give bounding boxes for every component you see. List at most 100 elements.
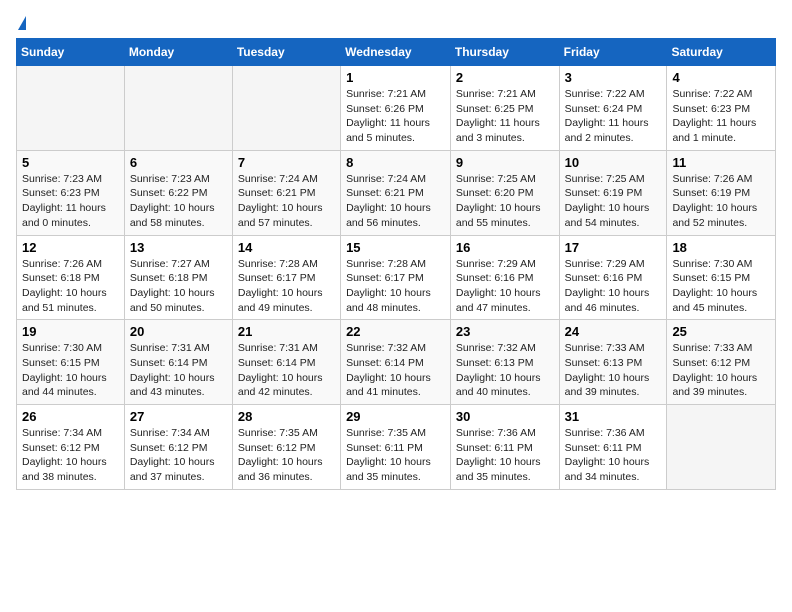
calendar-cell: 1 Sunrise: 7:21 AM Sunset: 6:26 PM Daylig… — [341, 66, 451, 151]
day-info: Sunrise: 7:28 AM Sunset: 6:17 PM Dayligh… — [238, 257, 335, 316]
weekday-header-row: SundayMondayTuesdayWednesdayThursdayFrid… — [17, 39, 776, 66]
day-number: 25 — [672, 324, 770, 339]
calendar-week-row: 1 Sunrise: 7:21 AM Sunset: 6:26 PM Daylig… — [17, 66, 776, 151]
calendar-cell: 28 Sunrise: 7:35 AM Sunset: 6:12 PM Dayli… — [232, 405, 340, 490]
calendar-cell: 21 Sunrise: 7:31 AM Sunset: 6:14 PM Dayli… — [232, 320, 340, 405]
calendar-cell: 20Sunrise: 7:31 AM Sunset: 6:14 PM Dayli… — [124, 320, 232, 405]
day-info: Sunrise: 7:26 AM Sunset: 6:18 PM Dayligh… — [22, 257, 119, 316]
day-number: 21 — [238, 324, 335, 339]
logo-icon — [18, 16, 26, 30]
day-number: 9 — [456, 155, 554, 170]
day-number: 29 — [346, 409, 445, 424]
calendar-cell: 8 Sunrise: 7:24 AM Sunset: 6:21 PM Daylig… — [341, 150, 451, 235]
calendar-cell — [17, 66, 125, 151]
day-info: Sunrise: 7:24 AM Sunset: 6:21 PM Dayligh… — [238, 172, 335, 231]
day-number: 5 — [22, 155, 119, 170]
calendar-week-row: 12 Sunrise: 7:26 AM Sunset: 6:18 PM Dayli… — [17, 235, 776, 320]
calendar-cell — [124, 66, 232, 151]
calendar-cell: 7 Sunrise: 7:24 AM Sunset: 6:21 PM Daylig… — [232, 150, 340, 235]
day-info: Sunrise: 7:22 AM Sunset: 6:24 PM Dayligh… — [565, 87, 662, 146]
calendar-cell: 14 Sunrise: 7:28 AM Sunset: 6:17 PM Dayli… — [232, 235, 340, 320]
day-number: 15 — [346, 240, 445, 255]
calendar-cell: 12 Sunrise: 7:26 AM Sunset: 6:18 PM Dayli… — [17, 235, 125, 320]
day-number: 18 — [672, 240, 770, 255]
day-number: 7 — [238, 155, 335, 170]
day-info: Sunrise: 7:26 AM Sunset: 6:19 PM Dayligh… — [672, 172, 770, 231]
weekday-header-cell: Monday — [124, 39, 232, 66]
weekday-header-cell: Thursday — [450, 39, 559, 66]
calendar-cell: 27 Sunrise: 7:34 AM Sunset: 6:12 PM Dayli… — [124, 405, 232, 490]
day-number: 3 — [565, 70, 662, 85]
day-info: Sunrise: 7:32 AM Sunset: 6:13 PM Dayligh… — [456, 341, 554, 400]
day-info: Sunrise: 7:36 AM Sunset: 6:11 PM Dayligh… — [565, 426, 662, 485]
day-info: Sunrise: 7:32 AM Sunset: 6:14 PM Dayligh… — [346, 341, 445, 400]
day-number: 4 — [672, 70, 770, 85]
day-info: Sunrise: 7:33 AM Sunset: 6:13 PM Dayligh… — [565, 341, 662, 400]
day-info: Sunrise: 7:23 AM Sunset: 6:22 PM Dayligh… — [130, 172, 227, 231]
day-number: 6 — [130, 155, 227, 170]
calendar: SundayMondayTuesdayWednesdayThursdayFrid… — [16, 38, 776, 490]
day-number: 27 — [130, 409, 227, 424]
calendar-week-row: 26 Sunrise: 7:34 AM Sunset: 6:12 PM Dayli… — [17, 405, 776, 490]
day-info: Sunrise: 7:35 AM Sunset: 6:11 PM Dayligh… — [346, 426, 445, 485]
day-info: Sunrise: 7:34 AM Sunset: 6:12 PM Dayligh… — [22, 426, 119, 485]
day-number: 20 — [130, 324, 227, 339]
day-number: 8 — [346, 155, 445, 170]
weekday-header-cell: Friday — [559, 39, 667, 66]
calendar-body: 1 Sunrise: 7:21 AM Sunset: 6:26 PM Daylig… — [17, 66, 776, 490]
day-info: Sunrise: 7:21 AM Sunset: 6:26 PM Dayligh… — [346, 87, 445, 146]
day-info: Sunrise: 7:31 AM Sunset: 6:14 PM Dayligh… — [238, 341, 335, 400]
day-number: 28 — [238, 409, 335, 424]
day-info: Sunrise: 7:23 AM Sunset: 6:23 PM Dayligh… — [22, 172, 119, 231]
calendar-week-row: 5 Sunrise: 7:23 AM Sunset: 6:23 PM Daylig… — [17, 150, 776, 235]
calendar-cell: 5 Sunrise: 7:23 AM Sunset: 6:23 PM Daylig… — [17, 150, 125, 235]
day-number: 14 — [238, 240, 335, 255]
weekday-header-cell: Wednesday — [341, 39, 451, 66]
day-number: 10 — [565, 155, 662, 170]
day-info: Sunrise: 7:34 AM Sunset: 6:12 PM Dayligh… — [130, 426, 227, 485]
calendar-cell: 9 Sunrise: 7:25 AM Sunset: 6:20 PM Daylig… — [450, 150, 559, 235]
calendar-cell: 30Sunrise: 7:36 AM Sunset: 6:11 PM Dayli… — [450, 405, 559, 490]
calendar-cell: 22 Sunrise: 7:32 AM Sunset: 6:14 PM Dayli… — [341, 320, 451, 405]
day-number: 11 — [672, 155, 770, 170]
day-info: Sunrise: 7:28 AM Sunset: 6:17 PM Dayligh… — [346, 257, 445, 316]
day-info: Sunrise: 7:29 AM Sunset: 6:16 PM Dayligh… — [456, 257, 554, 316]
day-number: 26 — [22, 409, 119, 424]
calendar-cell: 31 Sunrise: 7:36 AM Sunset: 6:11 PM Dayli… — [559, 405, 667, 490]
calendar-cell: 11 Sunrise: 7:26 AM Sunset: 6:19 PM Dayli… — [667, 150, 776, 235]
calendar-cell: 6 Sunrise: 7:23 AM Sunset: 6:22 PM Daylig… — [124, 150, 232, 235]
day-info: Sunrise: 7:35 AM Sunset: 6:12 PM Dayligh… — [238, 426, 335, 485]
calendar-cell: 2 Sunrise: 7:21 AM Sunset: 6:25 PM Daylig… — [450, 66, 559, 151]
calendar-cell: 17Sunrise: 7:29 AM Sunset: 6:16 PM Dayli… — [559, 235, 667, 320]
day-info: Sunrise: 7:24 AM Sunset: 6:21 PM Dayligh… — [346, 172, 445, 231]
day-number: 23 — [456, 324, 554, 339]
calendar-cell: 18 Sunrise: 7:30 AM Sunset: 6:15 PM Dayli… — [667, 235, 776, 320]
day-info: Sunrise: 7:27 AM Sunset: 6:18 PM Dayligh… — [130, 257, 227, 316]
day-number: 17 — [565, 240, 662, 255]
calendar-cell: 15 Sunrise: 7:28 AM Sunset: 6:17 PM Dayli… — [341, 235, 451, 320]
day-info: Sunrise: 7:25 AM Sunset: 6:20 PM Dayligh… — [456, 172, 554, 231]
calendar-cell: 10 Sunrise: 7:25 AM Sunset: 6:19 PM Dayli… — [559, 150, 667, 235]
day-number: 30 — [456, 409, 554, 424]
calendar-cell: 26 Sunrise: 7:34 AM Sunset: 6:12 PM Dayli… — [17, 405, 125, 490]
day-number: 22 — [346, 324, 445, 339]
calendar-cell: 13Sunrise: 7:27 AM Sunset: 6:18 PM Dayli… — [124, 235, 232, 320]
calendar-cell — [667, 405, 776, 490]
calendar-cell: 25 Sunrise: 7:33 AM Sunset: 6:12 PM Dayli… — [667, 320, 776, 405]
weekday-header-cell: Sunday — [17, 39, 125, 66]
day-number: 2 — [456, 70, 554, 85]
weekday-header-cell: Tuesday — [232, 39, 340, 66]
day-info: Sunrise: 7:25 AM Sunset: 6:19 PM Dayligh… — [565, 172, 662, 231]
calendar-cell — [232, 66, 340, 151]
day-info: Sunrise: 7:33 AM Sunset: 6:12 PM Dayligh… — [672, 341, 770, 400]
day-number: 1 — [346, 70, 445, 85]
calendar-cell: 23 Sunrise: 7:32 AM Sunset: 6:13 PM Dayli… — [450, 320, 559, 405]
day-number: 24 — [565, 324, 662, 339]
day-number: 19 — [22, 324, 119, 339]
day-number: 31 — [565, 409, 662, 424]
day-info: Sunrise: 7:21 AM Sunset: 6:25 PM Dayligh… — [456, 87, 554, 146]
day-info: Sunrise: 7:30 AM Sunset: 6:15 PM Dayligh… — [672, 257, 770, 316]
header — [16, 16, 776, 30]
day-number: 12 — [22, 240, 119, 255]
calendar-week-row: 19Sunrise: 7:30 AM Sunset: 6:15 PM Dayli… — [17, 320, 776, 405]
